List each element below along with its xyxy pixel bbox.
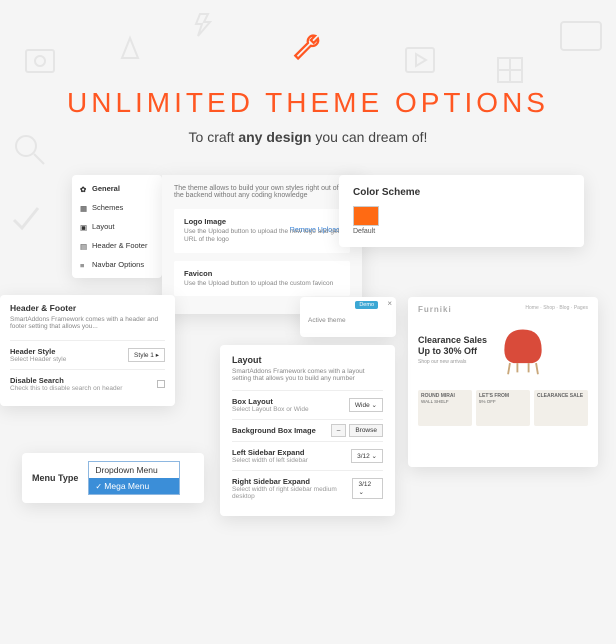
color-scheme-title: Color Scheme (353, 187, 570, 198)
wrench-icon (20, 30, 596, 75)
settings-intro: The theme allows to build your own style… (174, 185, 350, 199)
disable-search-row: Disable SearchCheck this to disable sear… (10, 369, 165, 398)
swatch-label: Default (353, 228, 570, 235)
site-preview: Furniki Home · Shop · Blog · Pages Clear… (408, 297, 598, 467)
right-sidebar-select[interactable]: 3/12 ⌄ (352, 478, 383, 499)
sidebar-item-navbar[interactable]: ≡Navbar Options (72, 255, 162, 274)
menu-icon: ≡ (80, 261, 88, 269)
demo-tag: Demo (355, 301, 378, 309)
close-icon[interactable]: × (387, 299, 392, 308)
promo-tile[interactable]: CLEARANCE SALE (534, 390, 588, 426)
left-sidebar-select[interactable]: 3/12 ⌄ (351, 449, 383, 463)
sidebar-item-header-footer[interactable]: ▤Header & Footer (72, 236, 162, 255)
header-footer-panel: Header & Footer SmartAddons Framework co… (0, 295, 175, 406)
menu-option-mega[interactable]: Mega Menu (89, 478, 179, 494)
promo-tile[interactable]: LET'S FROM5% OFF (476, 390, 530, 426)
sidebar-item-general[interactable]: ✿General (72, 179, 162, 198)
page-title: UNLIMITED THEME OPTIONS (20, 87, 596, 119)
menu-type-dropdown[interactable]: Dropdown Menu Mega Menu (88, 461, 180, 495)
site-logo: Furniki (418, 305, 452, 314)
menu-option-dropdown[interactable]: Dropdown Menu (89, 462, 179, 478)
settings-panel: The theme allows to build your own style… (162, 175, 362, 314)
sidebar-item-schemes[interactable]: ▦Schemes (72, 198, 162, 217)
menu-type-panel: Menu Type Dropdown Menu Mega Menu (22, 453, 204, 503)
menu-type-label: Menu Type (32, 473, 78, 483)
sidebar-item-layout[interactable]: ▣Layout (72, 217, 162, 236)
promo-tile[interactable]: ROUND MIRAIWALL SHELF (418, 390, 472, 426)
box-layout-select[interactable]: Wide ⌄ (349, 398, 383, 412)
gear-icon: ✿ (80, 185, 88, 193)
themes-strip: × Demo Active theme (300, 297, 396, 337)
color-scheme-panel: Color Scheme Default (339, 175, 584, 247)
header-icon: ▤ (80, 242, 88, 250)
favicon-section: Favicon Use the Upload button to upload … (174, 261, 350, 296)
header-style-row: Header StyleSelect Header style Style 1 … (10, 340, 165, 369)
disable-search-checkbox[interactable] (157, 380, 165, 388)
sidebar-nav: ✿General ▦Schemes ▣Layout ▤Header & Foot… (72, 175, 162, 278)
grid-icon: ▦ (80, 204, 88, 212)
browse-button[interactable]: Browse (349, 424, 383, 437)
color-swatch[interactable] (353, 206, 379, 226)
page-subtitle: To craft any design you can dream of! (20, 129, 596, 145)
logo-section: Logo Image Use the Upload button to uplo… (174, 209, 350, 253)
layout-icon: ▣ (80, 223, 88, 231)
chair-image (495, 322, 551, 378)
header-style-select[interactable]: Style 1 ▸ (128, 348, 165, 362)
layout-panel: Layout SmartAddons Framework comes with … (220, 345, 395, 516)
